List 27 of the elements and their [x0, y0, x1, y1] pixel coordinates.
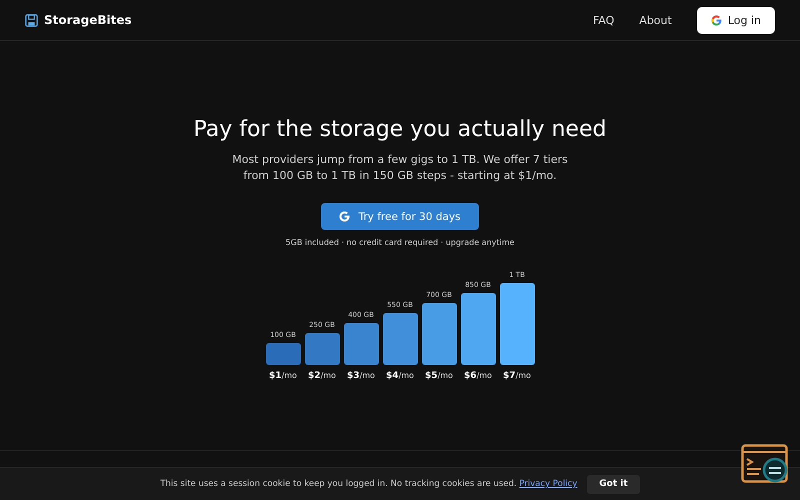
tier-price: $1/mo [269, 371, 297, 381]
tier-bar [382, 313, 418, 365]
tier-price: $3/mo [347, 371, 375, 381]
google-g-icon [339, 211, 350, 222]
tier-bar [344, 323, 378, 365]
got-it-button[interactable]: Got it [587, 474, 640, 494]
cookie-message: This site uses a session cookie to keep you logged in. No tracking cookies are used. Privacy Policy [160, 479, 578, 489]
tier-bar [266, 343, 300, 365]
login-button[interactable]: Log in [696, 6, 775, 34]
trial-button[interactable]: Try free for 30 days [321, 203, 479, 230]
tier-price: $6/mo [464, 371, 492, 381]
tier-price: $5/mo [425, 371, 453, 381]
hero-title: Pay for the storage you actually need [194, 117, 606, 142]
tier-price: $7/mo [503, 371, 531, 381]
brand-name[interactable]: StorageBites [44, 13, 132, 27]
trial-note: 5GB included · no credit card required · upgrade anytime [286, 238, 514, 247]
privacy-policy-link[interactable]: Privacy Policy [519, 479, 578, 489]
google-icon [710, 14, 722, 26]
tier-price: $4/mo [386, 371, 414, 381]
tier-price: $2/mo [308, 371, 336, 381]
terminal-search-icon[interactable] [741, 444, 791, 486]
nav-link[interactable]: About [639, 14, 672, 26]
tier-bar [304, 333, 340, 365]
tier-bar [460, 293, 496, 365]
hero-subtitle: Most providers jump from a few gigs to 1 TB. We offer 7 tiers from 100 GB to 1 TB in 150 GB steps - starting at $1/mo. [232, 152, 568, 184]
nav-link[interactable]: FAQ [592, 14, 614, 26]
tier-bar [422, 303, 456, 365]
